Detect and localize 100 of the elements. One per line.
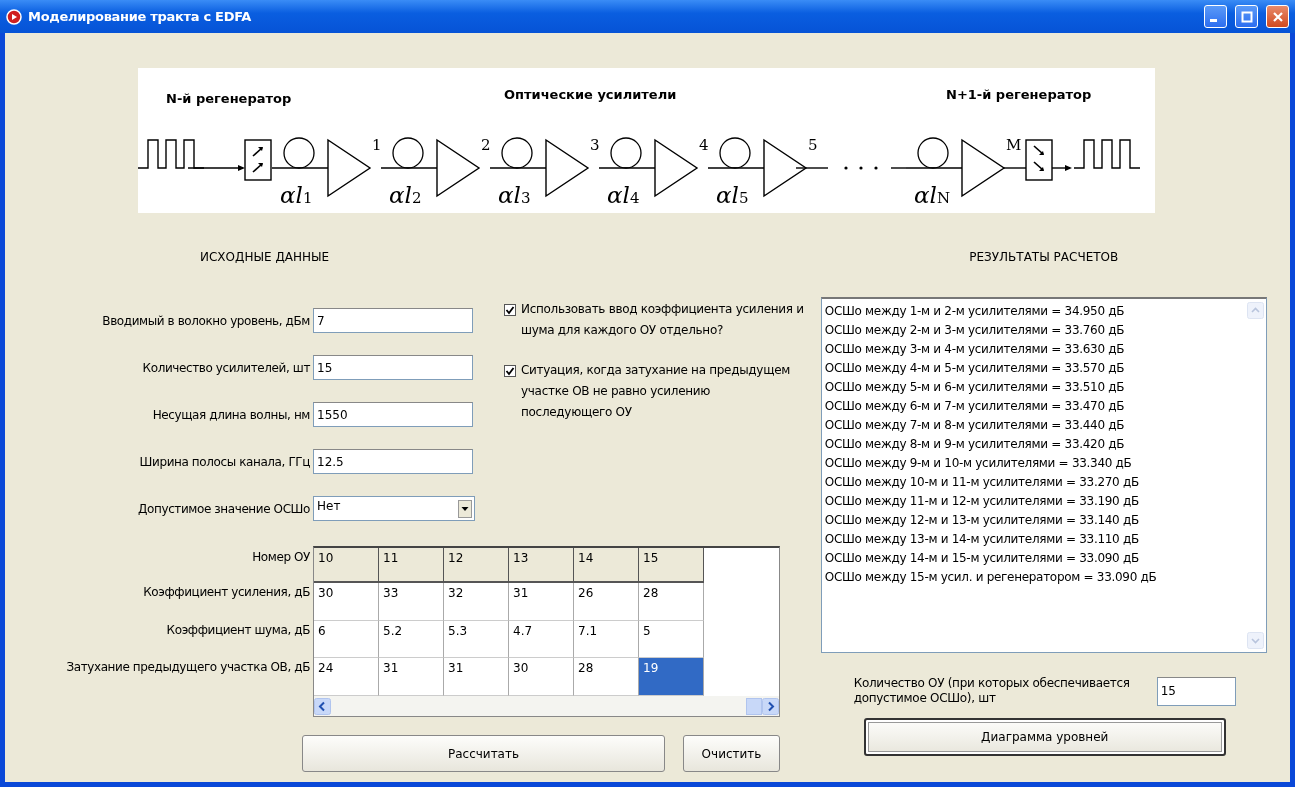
result-line: ОСШо между 11-м и 12-м усилителями = 33.190 дБ bbox=[824, 493, 1140, 510]
table-cell[interactable]: 28 bbox=[639, 583, 704, 621]
field-label: Несущая длина волны, нм bbox=[151, 407, 311, 422]
result-line: ОСШо между 6-м и 7-м усилителями = 33.470 дБ bbox=[824, 398, 1126, 415]
minimize-icon bbox=[1210, 19, 1217, 22]
fiber-line bbox=[1003, 167, 1027, 169]
result-line: ОСШо между 1-м и 2-м усилителями = 34.950 дБ bbox=[824, 303, 1126, 320]
scroll-left-icon[interactable] bbox=[314, 697, 331, 715]
table-cell[interactable]: 32 bbox=[444, 583, 509, 621]
amplifier-number: 3 bbox=[590, 136, 600, 154]
section-heading: ИСХОДНЫЕ ДАННЫЕ bbox=[200, 250, 331, 266]
window-title: Моделирование тракта с EDFA bbox=[28, 9, 252, 24]
amplifier-symbol bbox=[327, 138, 372, 198]
result-line: ОСШо между 14-м и 15-м усилителями = 33.090 дБ bbox=[824, 550, 1140, 567]
amplifier-number: 4 bbox=[699, 136, 709, 154]
checkbox-label: Использовать ввод коэффициента усиления и шума для каждого ОУ отдельно? bbox=[521, 301, 804, 339]
close-icon bbox=[1271, 10, 1284, 23]
amplifier-symbol bbox=[545, 138, 590, 198]
field-label: Вводимый в волокно уровень, дБм bbox=[101, 313, 311, 328]
table-cell[interactable]: 31 bbox=[509, 583, 574, 621]
column-header: 12 bbox=[444, 548, 509, 583]
result-line: ОСШо между 12-м и 13-м усилителями = 33.140 дБ bbox=[824, 512, 1140, 529]
diagram-label: Оптические усилители bbox=[504, 87, 677, 102]
pulse-signal-icon bbox=[1073, 139, 1141, 169]
text-field[interactable]: 1550 bbox=[313, 402, 473, 427]
text-field[interactable]: 15 bbox=[313, 355, 473, 380]
amplifier-symbol bbox=[961, 138, 1006, 198]
result-line: ОСШо между 13-м и 14-м усилителями = 33.110 дБ bbox=[824, 531, 1140, 548]
checkbox[interactable] bbox=[504, 304, 516, 316]
field-label: Количество усилителей, шт bbox=[141, 360, 311, 375]
result-line: ОСШо между 3-м и 4-м усилителями = 33.630 дБ bbox=[824, 341, 1126, 358]
row-label: Коэффициент шума, дБ bbox=[165, 622, 310, 639]
diagram-label: N-й регенератор bbox=[166, 91, 292, 106]
row-label: Затухание предыдущего участка ОВ, дБ bbox=[65, 659, 310, 676]
column-header: 11 bbox=[379, 548, 444, 583]
fiber-line bbox=[380, 167, 438, 169]
text-field[interactable]: 7 bbox=[313, 308, 473, 333]
section-heading: РЕЗУЛЬТАТЫ РАСЧЕТОВ bbox=[968, 250, 1120, 266]
amplifier-number: 1 bbox=[372, 136, 382, 154]
amplifier-number: 5 bbox=[808, 136, 818, 154]
fiber-coil-icon bbox=[501, 137, 533, 169]
field-label: Количество ОУ (при которых обеспечивается допустимое ОСШо), шт bbox=[853, 676, 1131, 706]
count-field[interactable]: 15 bbox=[1156, 676, 1236, 706]
result-line: ОСШо между 2-м и 3-м усилителями = 33.760 дБ bbox=[824, 322, 1126, 339]
regenerator-block bbox=[1025, 139, 1053, 181]
app-icon bbox=[6, 8, 22, 25]
column-header: 10 bbox=[314, 548, 379, 583]
fiber-line bbox=[489, 167, 547, 169]
fiber-coil-icon bbox=[283, 137, 315, 169]
checkbox-label: Ситуация, когда затухание на предыдущем участке ОВ не равно усилению последующего ОУ bbox=[521, 362, 791, 421]
table-cell[interactable]: 19 bbox=[639, 658, 704, 696]
regenerator-block bbox=[244, 139, 272, 181]
data-grid[interactable]: 10 11 12 13 14 15 30 33 32 31 26 28 6 5.2 5.3 4.7 7.1 5 24 31 31 30 28 19 bbox=[313, 546, 780, 717]
amplifier-number: 2 bbox=[481, 136, 491, 154]
column-header: 14 bbox=[574, 548, 639, 583]
clear-button[interactable]: Очистить bbox=[683, 735, 780, 772]
checkbox[interactable] bbox=[504, 365, 516, 377]
row-label: Коэффициент усиления, дБ bbox=[142, 584, 310, 601]
amplifier-symbol bbox=[763, 138, 808, 198]
level-diagram-button[interactable]: Диаграмма уровней bbox=[863, 718, 1226, 756]
field-label: Допустимое значение ОСШо bbox=[137, 501, 311, 516]
table-cell[interactable]: 26 bbox=[574, 583, 639, 621]
maximize-button[interactable] bbox=[1235, 5, 1258, 28]
diagram-label: N+1-й регенератор bbox=[946, 87, 1092, 102]
dropdown[interactable]: Нет bbox=[313, 496, 475, 521]
fiber-line bbox=[598, 167, 656, 169]
fiber-coil-icon bbox=[610, 137, 642, 169]
calculate-button[interactable]: Рассчитать bbox=[302, 735, 665, 772]
fiber-line bbox=[271, 167, 329, 169]
amplifier-number: M bbox=[1006, 136, 1022, 154]
table-cell[interactable]: 5.3 bbox=[444, 621, 509, 658]
minimize-button[interactable] bbox=[1204, 5, 1227, 28]
fiber-coil-icon bbox=[719, 137, 751, 169]
result-line: ОСШо между 15-м усил. и регенератором = 33.090 дБ bbox=[824, 569, 1158, 586]
amplifier-symbol bbox=[654, 138, 699, 198]
dropdown-value: Нет bbox=[317, 499, 342, 513]
arrow bbox=[187, 165, 245, 171]
column-header: 15 bbox=[639, 548, 704, 583]
table-cell[interactable]: 33 bbox=[379, 583, 444, 621]
table-cell[interactable]: 7.1 bbox=[574, 621, 639, 658]
maximize-icon bbox=[1240, 10, 1253, 23]
table-cell[interactable]: 5.2 bbox=[379, 621, 444, 658]
table-cell[interactable]: 6 bbox=[314, 621, 379, 658]
result-line: ОСШо между 4-м и 5-м усилителями = 33.570 дБ bbox=[824, 360, 1126, 377]
fiber-coil-icon bbox=[392, 137, 424, 169]
result-line: ОСШо между 8-м и 9-м усилителями = 33.420 дБ bbox=[824, 436, 1126, 453]
fiber-coil-icon bbox=[917, 137, 949, 169]
text-field[interactable]: 12.5 bbox=[313, 449, 473, 474]
result-line: ОСШо между 7-м и 8-м усилителями = 33.440 дБ bbox=[824, 417, 1126, 434]
result-line: ОСШо между 9-м и 10-м усилителями = 33.340 дБ bbox=[824, 455, 1133, 472]
result-line: ОСШо между 10-м и 11-м усилителями = 33.270 дБ bbox=[824, 474, 1140, 491]
close-button[interactable] bbox=[1266, 5, 1289, 28]
scroll-right-icon[interactable] bbox=[762, 697, 779, 715]
column-header: 13 bbox=[509, 548, 574, 583]
arrow bbox=[1051, 165, 1072, 171]
amplifier-symbol bbox=[436, 138, 481, 198]
fiber-line bbox=[707, 167, 765, 169]
table-cell[interactable]: 4.7 bbox=[509, 621, 574, 658]
scroll-thumb[interactable] bbox=[746, 697, 762, 715]
table-cell[interactable]: 30 bbox=[314, 583, 379, 621]
